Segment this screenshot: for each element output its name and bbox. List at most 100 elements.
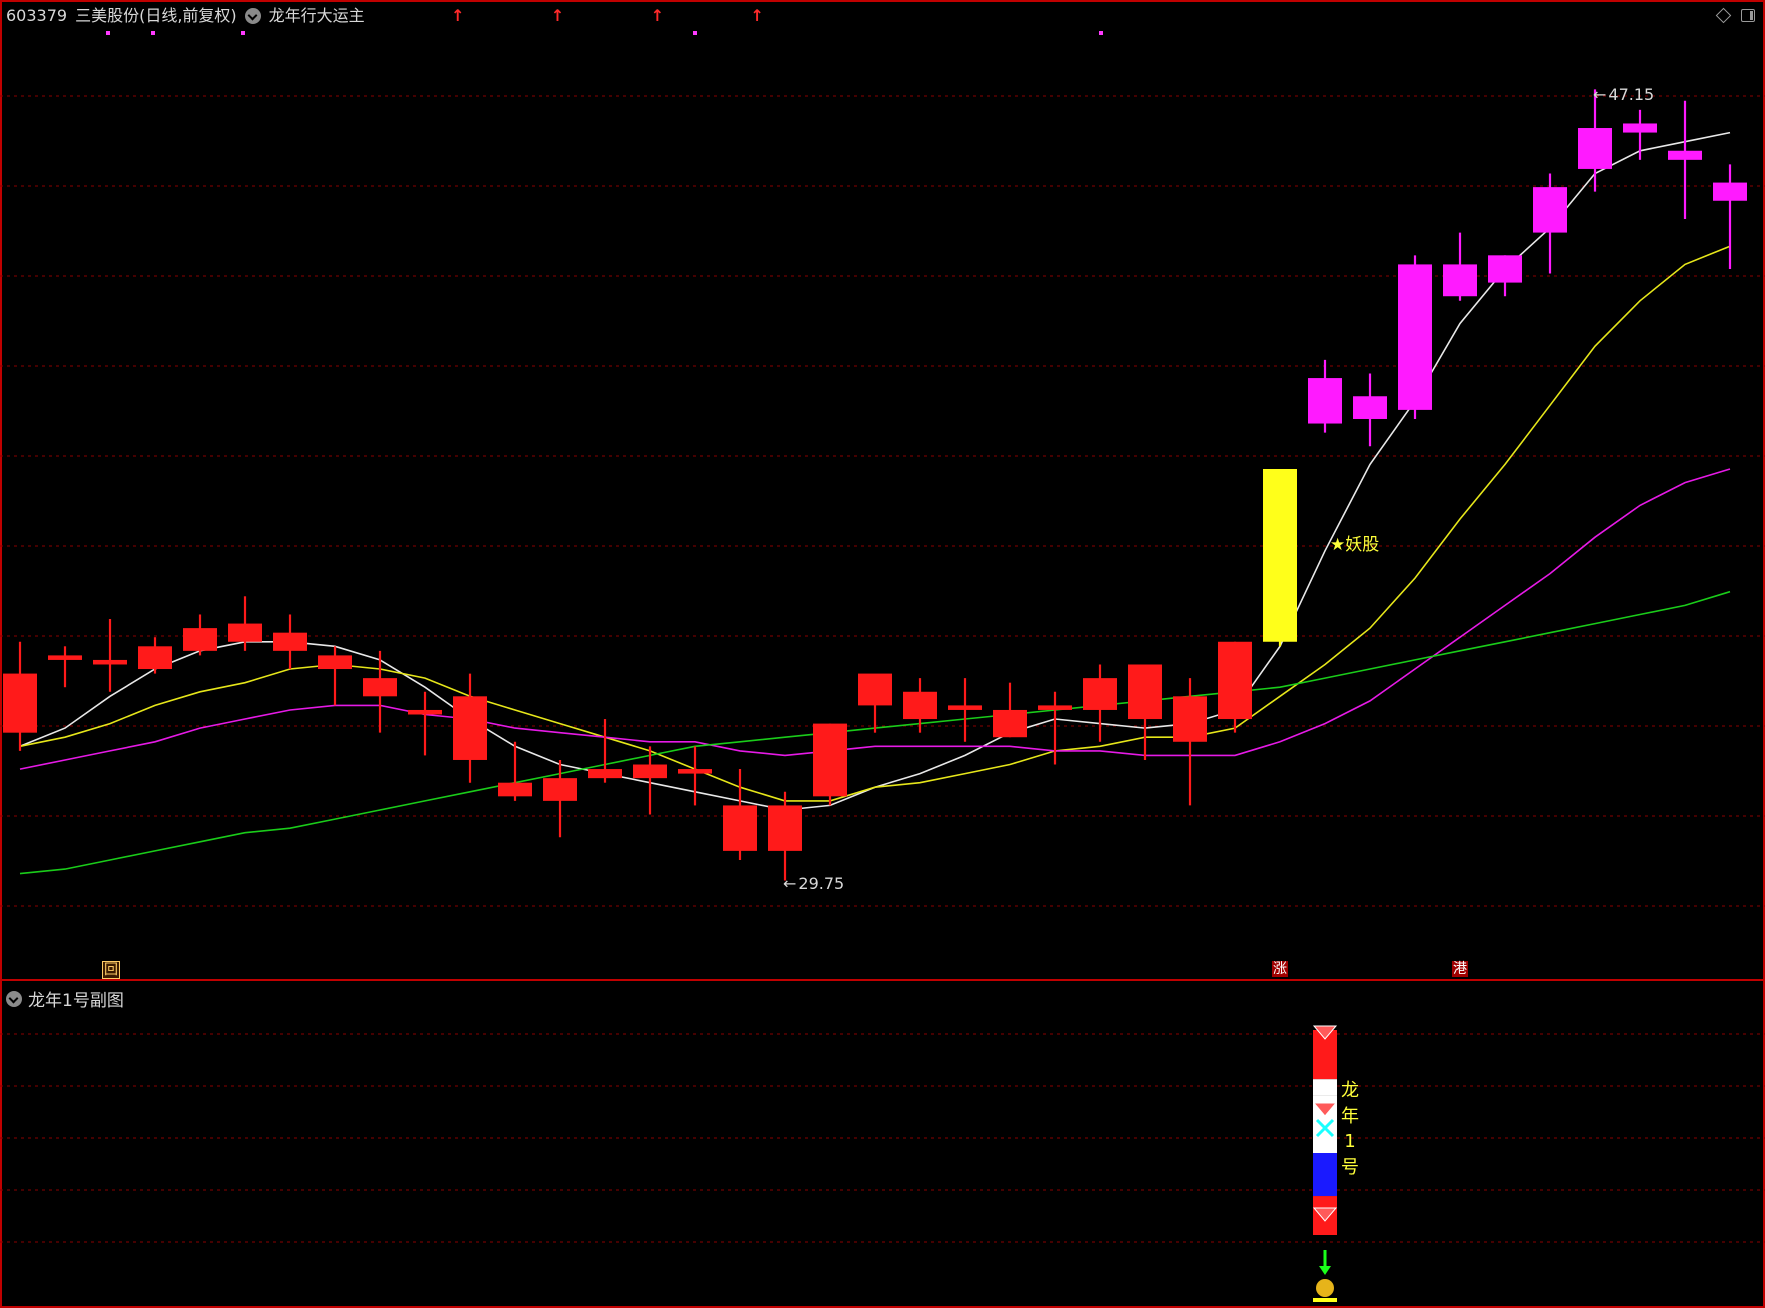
candle-body (48, 655, 82, 660)
top-dot-marker (241, 31, 245, 35)
ma-a6-label: A6: 34.60 (672, 6, 750, 25)
candle-body (228, 623, 262, 642)
candle (408, 691, 442, 756)
candle-body (408, 709, 442, 715)
candle (93, 619, 127, 692)
moving-average-lines (19, 131, 1731, 875)
ma-a1: A1: 45.49 ↑ (373, 6, 465, 26)
high-price-label: ← 47.15 (1593, 85, 1654, 104)
candle (363, 650, 397, 733)
candle-body (1713, 182, 1747, 201)
candle (318, 646, 352, 706)
candle (138, 637, 172, 674)
sub-bar-base (1313, 1298, 1337, 1302)
sub-chart-dropdown-icon[interactable] (6, 990, 22, 1007)
candle-body (1263, 468, 1297, 642)
up-arrow-icon: ↑ (451, 6, 465, 25)
candle (1308, 359, 1342, 433)
up-arrow-icon: ↑ (650, 6, 665, 25)
top-dot-marker (151, 31, 155, 35)
panel-toggle-icon[interactable] (1741, 9, 1755, 22)
candle (1083, 664, 1117, 742)
low-price-value: 29.75 (798, 874, 845, 894)
high-price-value: 47.15 (1608, 85, 1655, 105)
candle-body (1353, 396, 1387, 419)
ma-a3: A3: 38.77 ↑ (572, 6, 664, 26)
candle (1623, 109, 1657, 160)
chart-header: 603379 三美股份(日线,前复权) 龙年行大运主 A1: 45.49 ↑ A… (6, 6, 764, 26)
candle-body (1083, 678, 1117, 710)
candle-body (318, 655, 352, 670)
candle-body (633, 764, 667, 779)
top-dot-marker (1099, 31, 1103, 35)
candle (1578, 89, 1612, 192)
candle (768, 791, 802, 881)
candle-body (1623, 123, 1657, 133)
sub-bar-segment (1313, 1153, 1337, 1197)
candle-body (1533, 187, 1567, 233)
left-arrow-icon: ← (1593, 85, 1607, 105)
marker-gang[interactable]: 港 (1452, 961, 1468, 977)
candle (1488, 255, 1522, 297)
candle (948, 678, 982, 742)
ma-a1-label: A1: 45.49 (372, 6, 451, 25)
candle-body (1488, 255, 1522, 283)
outer-border (0, 0, 1765, 1308)
window-controls (1715, 7, 1755, 24)
marker-hui[interactable]: 回 (102, 961, 120, 979)
candle (183, 614, 217, 656)
ma-a6: A6: 34.60 ↑ (672, 6, 764, 26)
low-price-label: ← 29.75 (783, 874, 844, 893)
candle (993, 682, 1027, 738)
candle (588, 719, 622, 783)
down-arrow-head-icon (1319, 1266, 1331, 1275)
candle (228, 596, 262, 651)
sub-bar-segment (1313, 1079, 1337, 1096)
candle (3, 641, 37, 751)
top-dot-marker (693, 31, 697, 35)
candle-body (948, 705, 982, 710)
candle (1218, 641, 1252, 733)
candle-body (1443, 264, 1477, 297)
candle-body (993, 709, 1027, 738)
candle (1263, 468, 1297, 647)
candle-body (273, 632, 307, 651)
money-bag-icon (1316, 1279, 1334, 1297)
candle (1173, 678, 1207, 806)
candle (1128, 664, 1162, 760)
candle (453, 673, 487, 783)
candle-body (723, 805, 757, 851)
top-dot-marker (106, 31, 110, 35)
candle-body (138, 646, 172, 670)
candle-body (1308, 378, 1342, 424)
candle-body (363, 678, 397, 697)
candles (3, 89, 1747, 881)
candle-body (1218, 641, 1252, 720)
signal-label: ★妖股 (1330, 535, 1380, 555)
candle-body (858, 673, 892, 706)
candle (1038, 691, 1072, 765)
stock-chart-window: 603379 三美股份(日线,前复权) 龙年行大运主 A1: 45.49 ↑ A… (0, 0, 1765, 1308)
candle (813, 723, 847, 806)
candle-body (1038, 705, 1072, 710)
candle-body (588, 769, 622, 779)
candle-body (1398, 264, 1432, 410)
indicator-dropdown-icon[interactable] (244, 8, 261, 24)
sub-chart-vertical-text: 龙 年 1 号 (1341, 1080, 1359, 1178)
up-arrow-icon: ↑ (750, 6, 764, 25)
diamond-icon[interactable] (1715, 7, 1732, 24)
candle (858, 673, 892, 733)
candle-body (903, 691, 937, 720)
sub-chart-bar (1312, 1025, 1338, 1302)
candle (1398, 255, 1432, 419)
candle (1713, 164, 1747, 269)
candlestick-chart[interactable] (0, 0, 1765, 1308)
candle-body (93, 659, 127, 665)
marker-zhang[interactable]: 涨 (1272, 961, 1288, 977)
candle (1533, 173, 1567, 274)
candle-body (1173, 696, 1207, 742)
candle-body (543, 778, 577, 801)
candle (48, 646, 82, 688)
candle (678, 746, 712, 806)
ma-a2-label: A2: 43.52 (472, 6, 550, 25)
